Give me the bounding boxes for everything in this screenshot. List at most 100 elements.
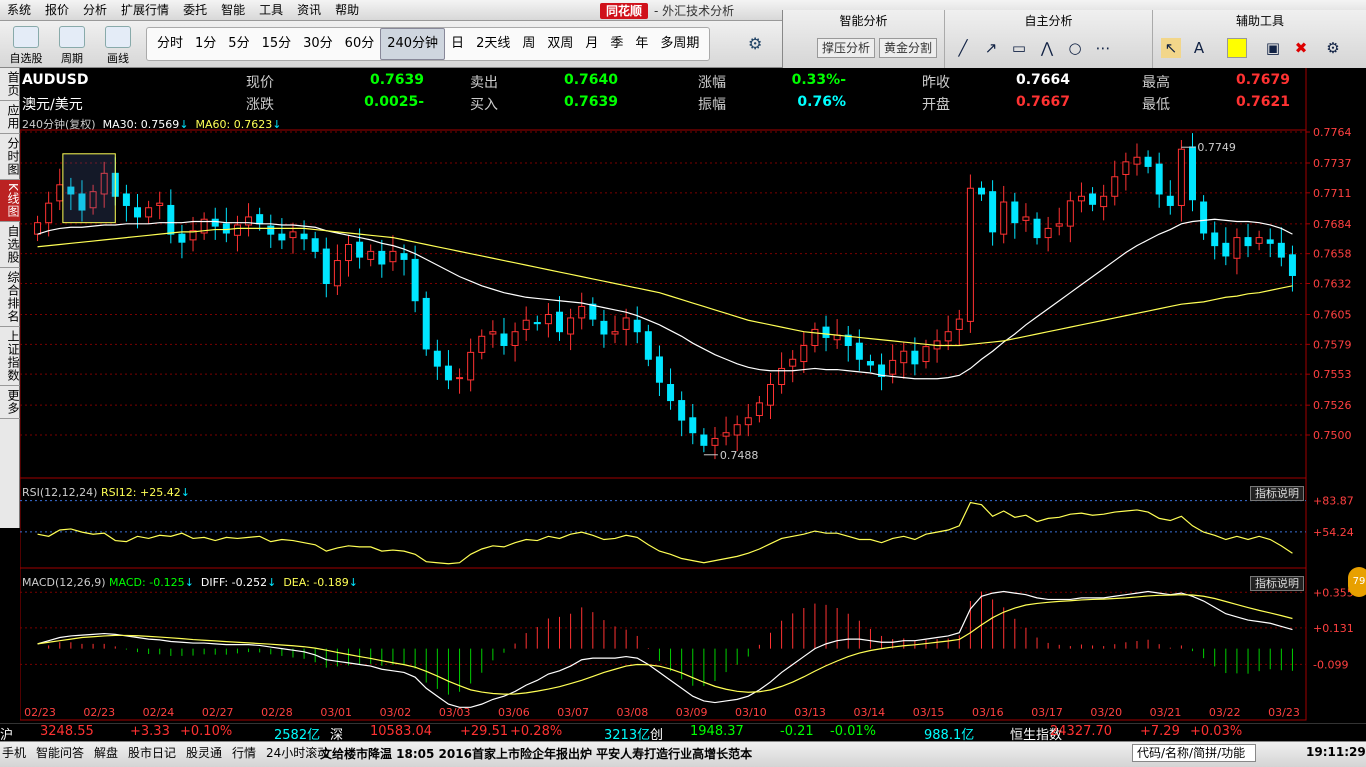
price-tick-label: 0.7737 — [1313, 157, 1352, 170]
gear-icon[interactable]: ⚙ — [748, 35, 766, 53]
period-tab-6[interactable]: 240分钟 — [380, 28, 446, 60]
sidetab-7[interactable]: 更多 — [0, 386, 20, 419]
candle-body — [655, 356, 663, 383]
status-item-6[interactable]: 24小时滚动 — [266, 745, 329, 761]
candle-body — [245, 216, 253, 226]
status-item-4[interactable]: 股灵通 — [186, 745, 222, 761]
candle-body — [211, 218, 219, 227]
period-tab-2[interactable]: 5分 — [222, 29, 255, 59]
candle-body — [467, 351, 475, 381]
candle-body — [1255, 237, 1263, 244]
candle-body — [256, 214, 264, 225]
menu-item-5[interactable]: 智能 — [214, 0, 252, 21]
menu-item-8[interactable]: 帮助 — [328, 0, 366, 21]
status-item-0[interactable]: 手机 — [2, 745, 26, 761]
candle-body — [300, 233, 308, 240]
chart-svg[interactable]: 0.7764 0.7737 0.7711 0.7684 0.7658 0.7632 0.76… — [19, 68, 1366, 730]
pointer-icon[interactable]: ↖ — [1161, 38, 1181, 58]
selection-box[interactable] — [62, 153, 116, 224]
macd-help-button[interactable]: 指标说明 — [1250, 576, 1304, 591]
rect-tool-icon[interactable]: ▭ — [1009, 38, 1029, 58]
candle-body — [689, 417, 697, 434]
candle-body — [678, 400, 686, 421]
status-item-5[interactable]: 行情 — [232, 745, 256, 761]
period-button[interactable]: 周期 — [52, 23, 92, 65]
news-ticker[interactable]: 文给楼市降温 18:05 2016首家上市险企年报出炉 平安人寿打造行业高增长范… — [320, 745, 752, 762]
period-tab-0[interactable]: 分时 — [151, 29, 189, 59]
status-item-3[interactable]: 股市日记 — [128, 745, 176, 761]
candle-body — [789, 358, 797, 367]
menu-item-6[interactable]: 工具 — [252, 0, 290, 21]
sidetab-5[interactable]: 综合排名 — [0, 268, 20, 327]
diff-line — [37, 590, 1293, 708]
menu-item-7[interactable]: 资讯 — [290, 0, 328, 21]
sidetab-3[interactable]: K线图 — [0, 180, 20, 222]
text-tool-icon[interactable]: A — [1189, 38, 1209, 58]
index-value: 24327.70 — [1050, 724, 1113, 739]
candle-body — [900, 350, 908, 364]
support-resistance-button[interactable]: 撑压分析 — [817, 38, 876, 58]
sidetab-6[interactable]: 上证指数 — [0, 327, 20, 386]
price-tick-label: 0.7711 — [1313, 187, 1352, 200]
period-tab-9[interactable]: 周 — [516, 29, 541, 59]
period-tab-8[interactable]: 2天线 — [470, 29, 516, 59]
menu-item-4[interactable]: 委托 — [176, 0, 214, 21]
menu-item-1[interactable]: 报价 — [38, 0, 76, 21]
float-bubble[interactable]: 79 — [1348, 567, 1366, 597]
period-tab-7[interactable]: 日 — [445, 29, 470, 59]
ray-tool-icon[interactable]: ↗ — [981, 38, 1001, 58]
sidetab-2[interactable]: 分时图 — [0, 134, 20, 180]
period-tab-4[interactable]: 30分 — [297, 29, 339, 59]
period-tab-11[interactable]: 月 — [579, 29, 604, 59]
circle-tool-icon[interactable]: ○ — [1065, 38, 1085, 58]
period-tab-1[interactable]: 1分 — [189, 29, 222, 59]
candle-body — [722, 432, 730, 437]
pencil-icon — [105, 26, 131, 48]
candle-body — [1288, 254, 1296, 276]
chart-area[interactable]: 0.7764 0.7737 0.7711 0.7684 0.7658 0.7632 0.76… — [19, 68, 1366, 730]
candle-body — [633, 319, 641, 333]
search-input[interactable]: 代码/名称/简拼/功能 — [1132, 744, 1256, 762]
price-tick-label: 0.7605 — [1313, 308, 1352, 321]
candle-body — [556, 311, 563, 333]
period-tab-13[interactable]: 年 — [629, 29, 654, 59]
save-icon[interactable]: ▣ — [1263, 38, 1283, 58]
watchlist-button[interactable]: 自选股 — [6, 23, 46, 65]
candle-body — [822, 326, 830, 338]
candle-body — [322, 248, 330, 285]
status-item-2[interactable]: 解盘 — [94, 745, 118, 761]
period-tab-3[interactable]: 15分 — [256, 29, 298, 59]
candle-body — [1044, 227, 1052, 239]
golden-split-button[interactable]: 黄金分割 — [879, 38, 938, 58]
more-tools-icon[interactable]: ⋯ — [1093, 38, 1113, 58]
candle-body — [955, 318, 963, 330]
chart-frame — [19, 129, 1307, 721]
candle-body — [167, 204, 175, 235]
sidetab-0[interactable]: 首页 — [0, 68, 20, 101]
menu-item-3[interactable]: 扩展行情 — [114, 0, 176, 21]
candle-body — [411, 258, 419, 302]
color-swatch[interactable] — [1227, 38, 1247, 58]
candle-body — [156, 202, 164, 206]
settings-icon[interactable]: ⚙ — [1323, 38, 1343, 58]
line-tool-icon[interactable]: ╱ — [953, 38, 973, 58]
period-tab-12[interactable]: 季 — [604, 29, 629, 59]
candle-body — [889, 359, 897, 375]
sidetab-1[interactable]: 应用 — [0, 101, 20, 134]
status-item-1[interactable]: 智能问答 — [36, 745, 84, 761]
wave-tool-icon[interactable]: ⋀ — [1037, 38, 1057, 58]
candle-body — [866, 361, 874, 366]
period-tab-10[interactable]: 双周 — [541, 29, 579, 59]
price-tick-label: 0.7526 — [1313, 399, 1352, 412]
period-tab-5[interactable]: 60分 — [339, 29, 381, 59]
rsi-help-button[interactable]: 指标说明 — [1250, 486, 1304, 501]
candle-body — [478, 335, 486, 353]
delete-icon[interactable]: ✖ — [1291, 38, 1311, 58]
index-pct: -0.01% — [830, 724, 876, 739]
draw-button[interactable]: 画线 — [98, 23, 138, 65]
menu-item-0[interactable]: 系统 — [0, 0, 38, 21]
price-tick-label: 0.7553 — [1313, 368, 1352, 381]
menu-item-2[interactable]: 分析 — [76, 0, 114, 21]
sidetab-4[interactable]: 自选股 — [0, 222, 20, 268]
period-tab-14[interactable]: 多周期 — [654, 29, 705, 59]
